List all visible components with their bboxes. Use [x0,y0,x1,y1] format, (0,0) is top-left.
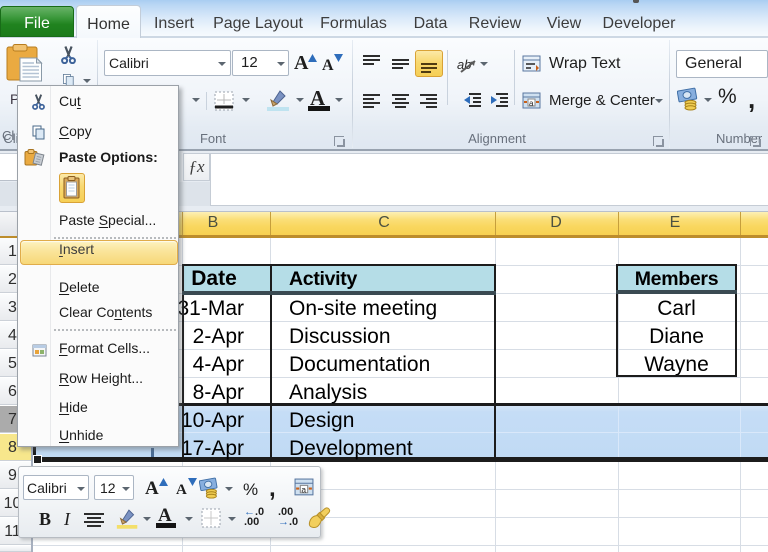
svg-text:a: a [529,99,534,108]
svg-text:a: a [301,485,306,495]
